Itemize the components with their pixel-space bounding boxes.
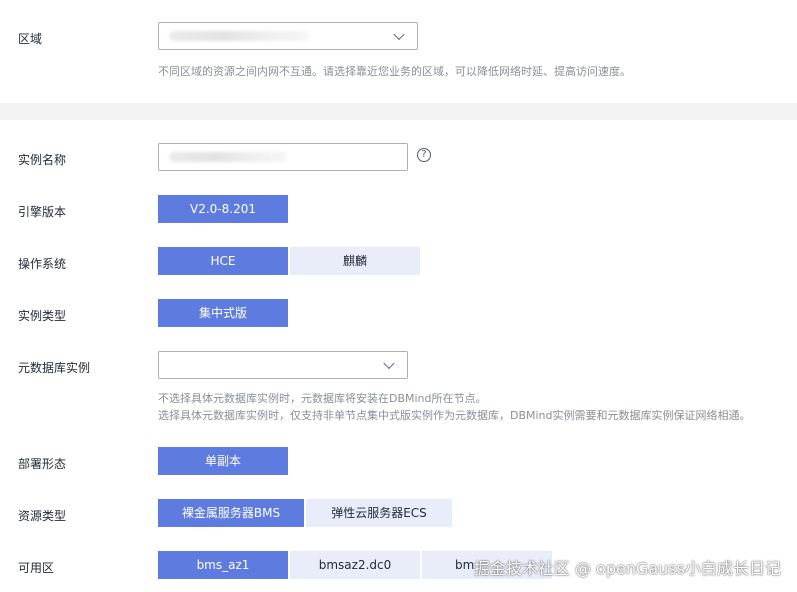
resource-type-label: 资源类型 bbox=[18, 509, 67, 523]
region-section bbox=[0, 0, 797, 103]
instance-name-label: 实例名称 bbox=[18, 153, 67, 167]
region-label: 区域 bbox=[18, 32, 43, 46]
metadb-hint-1: 不选择具体元数据库实例时，元数据库将安装在DBMind所在节点。 bbox=[158, 392, 487, 405]
engine-version-label: 引擎版本 bbox=[18, 205, 67, 219]
resource-type-option-bms[interactable]: 裸金属服务器BMS bbox=[158, 499, 304, 527]
instance-type-option[interactable]: 集中式版 bbox=[158, 299, 288, 327]
metadb-select[interactable] bbox=[158, 351, 408, 379]
watermark: 掘金技术社区 @ openGauss小白成长日记 bbox=[473, 559, 781, 578]
question-circle-icon[interactable]: ? bbox=[417, 148, 431, 162]
os-label: 操作系统 bbox=[18, 257, 67, 271]
os-option-hce[interactable]: HCE bbox=[158, 247, 288, 275]
chevron-down-icon bbox=[393, 28, 405, 41]
chevron-down-icon bbox=[383, 357, 395, 370]
instance-name-input[interactable] bbox=[158, 143, 408, 171]
deploy-label: 部署形态 bbox=[18, 457, 67, 471]
az-option-1[interactable]: bms_az1 bbox=[158, 551, 288, 579]
engine-version-option[interactable]: V2.0-8.201 bbox=[158, 195, 288, 223]
instance-name-value-redacted bbox=[169, 152, 287, 162]
section-divider bbox=[0, 103, 797, 120]
metadb-hint-2: 选择具体元数据库实例时，仅支持非单节点集中式版实例作为元数据库，DBMind实例… bbox=[158, 409, 751, 422]
os-option-kylin[interactable]: 麒麟 bbox=[290, 247, 420, 275]
instance-type-label: 实例类型 bbox=[18, 309, 67, 323]
az-option-2[interactable]: bmsaz2.dc0 bbox=[290, 551, 420, 579]
region-hint: 不同区域的资源之间内网不互通。请选择靠近您业务的区域，可以降低网络时延、提高访问… bbox=[158, 65, 631, 78]
deploy-option[interactable]: 单副本 bbox=[158, 447, 288, 475]
region-select[interactable] bbox=[158, 22, 418, 50]
az-label: 可用区 bbox=[18, 561, 55, 575]
metadb-label: 元数据库实例 bbox=[18, 361, 91, 375]
resource-type-option-ecs[interactable]: 弹性云服务器ECS bbox=[306, 499, 452, 527]
region-value-redacted bbox=[169, 31, 309, 41]
